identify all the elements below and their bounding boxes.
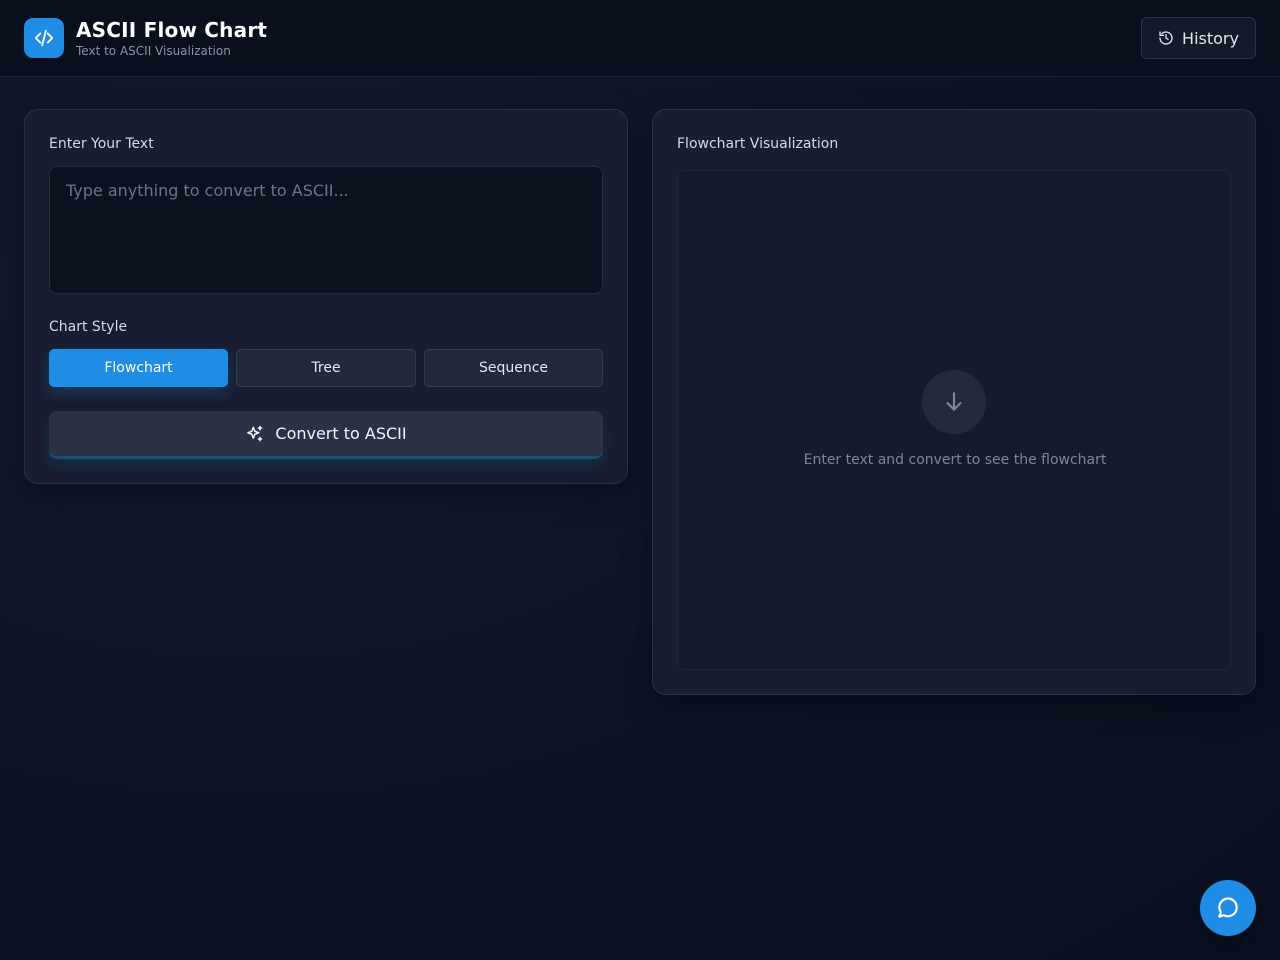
chart-style-label: Chart Style — [49, 319, 128, 335]
visualization-area: Enter text and convert to see the flowch… — [677, 170, 1231, 670]
empty-state-message: Enter text and convert to see the flowch… — [803, 452, 1107, 468]
code-icon — [24, 18, 64, 58]
input-panel: Enter Your Text Chart Style Flowchart Tr… — [24, 109, 628, 484]
history-label: History — [1182, 28, 1239, 48]
app-header: ASCII Flow Chart Text to ASCII Visualiza… — [0, 0, 1280, 77]
text-input-label: Enter Your Text — [49, 136, 154, 152]
arrow-down-icon — [922, 370, 986, 434]
output-panel: Flowchart Visualization Enter text and c… — [652, 109, 1256, 695]
style-tree-button[interactable]: Tree — [236, 349, 416, 387]
convert-label: Convert to ASCII — [275, 424, 407, 443]
history-icon — [1158, 30, 1174, 46]
app-title: ASCII Flow Chart — [76, 18, 268, 42]
style-sequence-button[interactable]: Sequence — [424, 349, 603, 387]
style-flowchart-button[interactable]: Flowchart — [49, 349, 228, 387]
convert-button[interactable]: Convert to ASCII — [49, 411, 603, 459]
sparkles-icon — [245, 424, 265, 444]
text-input[interactable] — [49, 166, 603, 294]
history-button[interactable]: History — [1141, 17, 1256, 59]
app-subtitle: Text to ASCII Visualization — [76, 44, 231, 58]
chat-button[interactable] — [1200, 880, 1256, 936]
chat-icon — [1215, 895, 1241, 921]
visualization-label: Flowchart Visualization — [677, 136, 839, 152]
